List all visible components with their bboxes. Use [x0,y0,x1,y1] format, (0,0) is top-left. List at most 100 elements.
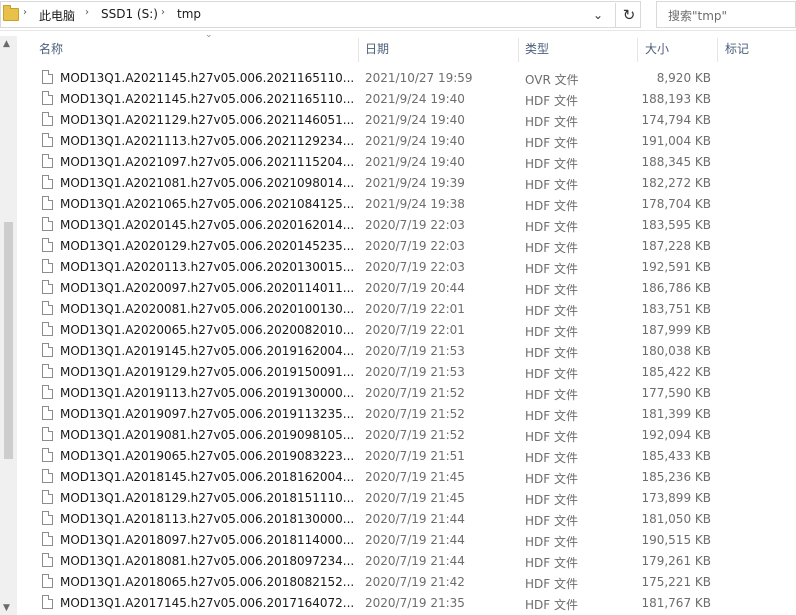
breadcrumb-separator[interactable]: › [161,7,165,18]
vertical-scrollbar[interactable]: ▲ ▼ [0,36,17,615]
file-date: 2020/7/19 22:03 [365,218,465,232]
file-name[interactable]: MOD13Q1.A2020145.h27v05.006.2020162014..… [60,218,360,232]
breadcrumb-folder[interactable]: tmp [177,7,201,21]
file-date: 2020/7/19 21:53 [365,365,465,379]
file-row[interactable]: MOD13Q1.A2020081.h27v05.006.2020100130..… [17,299,796,320]
file-name[interactable]: MOD13Q1.A2019065.h27v05.006.2019083223..… [60,449,360,463]
file-icon [42,553,53,567]
column-header-name[interactable]: 名称 [39,36,63,62]
column-header-date[interactable]: 日期 [365,36,389,62]
file-name[interactable]: MOD13Q1.A2020081.h27v05.006.2020100130..… [60,302,360,316]
file-row[interactable]: MOD13Q1.A2018113.h27v05.006.2018130000..… [17,509,796,530]
file-row[interactable]: MOD13Q1.A2019097.h27v05.006.2019113235..… [17,404,796,425]
file-name[interactable]: MOD13Q1.A2019145.h27v05.006.2019162004..… [60,344,360,358]
file-size: 181,767 KB [641,596,711,610]
breadcrumb-drive[interactable]: SSD1 (S:) [101,7,158,21]
file-name[interactable]: MOD13Q1.A2020097.h27v05.006.2020114011..… [60,281,360,295]
file-name[interactable]: MOD13Q1.A2021097.h27v05.006.2021115204..… [60,155,360,169]
file-name[interactable]: MOD13Q1.A2018097.h27v05.006.2018114000..… [60,533,360,547]
file-row[interactable]: MOD13Q1.A2020097.h27v05.006.2020114011..… [17,278,796,299]
file-size: 186,786 KB [641,281,711,295]
file-icon [42,385,53,399]
file-name[interactable]: MOD13Q1.A2018145.h27v05.006.2018162004..… [60,470,360,484]
file-row[interactable]: MOD13Q1.A2017145.h27v05.006.2017164072..… [17,593,796,614]
file-type: HDF 文件 [525,514,578,528]
scrollbar-thumb[interactable] [4,222,13,459]
file-icon [42,175,53,189]
file-date: 2020/7/19 21:44 [365,512,465,526]
file-row[interactable]: MOD13Q1.A2021145.h27v05.006.2021165110..… [17,89,796,110]
file-type: HDF 文件 [525,241,578,255]
file-row[interactable]: MOD13Q1.A2018065.h27v05.006.2018082152..… [17,572,796,593]
file-name[interactable]: MOD13Q1.A2021065.h27v05.006.2021084125..… [60,197,360,211]
file-name[interactable]: MOD13Q1.A2019081.h27v05.006.2019098105..… [60,428,360,442]
file-name[interactable]: MOD13Q1.A2020065.h27v05.006.2020082010..… [60,323,360,337]
file-name[interactable]: MOD13Q1.A2018129.h27v05.006.2018151110..… [60,491,360,505]
file-row[interactable]: MOD13Q1.A2020129.h27v05.006.2020145235..… [17,236,796,257]
file-size: 185,433 KB [641,449,711,463]
file-row[interactable]: MOD13Q1.A2018129.h27v05.006.2018151110..… [17,488,796,509]
file-date: 2020/7/19 21:52 [365,386,465,400]
file-size: 183,595 KB [641,218,711,232]
file-date: 2020/7/19 21:52 [365,428,465,442]
file-row[interactable]: MOD13Q1.A2019065.h27v05.006.2019083223..… [17,446,796,467]
file-row[interactable]: MOD13Q1.A2021097.h27v05.006.2021115204..… [17,152,796,173]
file-size: 173,899 KB [641,491,711,505]
file-size: 185,422 KB [641,365,711,379]
column-header-tags[interactable]: 标记 [725,36,749,62]
file-name[interactable]: MOD13Q1.A2019097.h27v05.006.2019113235..… [60,407,360,421]
file-row[interactable]: MOD13Q1.A2019145.h27v05.006.2019162004..… [17,341,796,362]
file-row[interactable]: MOD13Q1.A2018097.h27v05.006.2018114000..… [17,530,796,551]
file-name[interactable]: MOD13Q1.A2021145.h27v05.006.2021165110..… [60,92,360,106]
column-divider[interactable] [518,38,519,62]
breadcrumb-separator[interactable]: › [23,7,27,18]
file-name[interactable]: MOD13Q1.A2019113.h27v05.006.2019130000..… [60,386,360,400]
file-row[interactable]: MOD13Q1.A2020065.h27v05.006.2020082010..… [17,320,796,341]
file-name[interactable]: MOD13Q1.A2020113.h27v05.006.2020130015..… [60,260,360,274]
file-name[interactable]: MOD13Q1.A2018065.h27v05.006.2018082152..… [60,575,360,589]
file-row[interactable]: MOD13Q1.A2020145.h27v05.006.2020162014..… [17,215,796,236]
breadcrumb-this-pc[interactable]: 此电脑 [39,7,75,24]
column-header-type[interactable]: 类型 [525,36,549,62]
file-row[interactable]: MOD13Q1.A2019113.h27v05.006.2019130000..… [17,383,796,404]
file-date: 2020/7/19 21:45 [365,491,465,505]
file-size: 175,221 KB [641,575,711,589]
file-name[interactable]: MOD13Q1.A2021113.h27v05.006.2021129234..… [60,134,360,148]
search-input[interactable]: 搜索"tmp" [656,1,796,28]
file-name[interactable]: MOD13Q1.A2021129.h27v05.006.2021146051..… [60,113,360,127]
file-name[interactable]: MOD13Q1.A2019129.h27v05.006.2019150091..… [60,365,360,379]
column-divider[interactable] [358,38,359,62]
file-row[interactable]: MOD13Q1.A2021081.h27v05.006.2021098014..… [17,173,796,194]
file-name[interactable]: MOD13Q1.A2020129.h27v05.006.2020145235..… [60,239,360,253]
address-history-dropdown-icon[interactable]: ⌄ [587,4,609,26]
breadcrumb-separator[interactable]: › [85,7,89,18]
scroll-down-arrow-icon[interactable]: ▼ [3,603,10,613]
file-type: HDF 文件 [525,199,578,213]
column-divider[interactable] [717,38,718,62]
file-row[interactable]: MOD13Q1.A2021113.h27v05.006.2021129234..… [17,131,796,152]
refresh-icon[interactable]: ↻ [615,3,642,27]
file-row[interactable]: MOD13Q1.A2018145.h27v05.006.2018162004..… [17,467,796,488]
file-type: HDF 文件 [525,220,578,234]
file-name[interactable]: MOD13Q1.A2021081.h27v05.006.2021098014..… [60,176,360,190]
file-row[interactable]: MOD13Q1.A2020113.h27v05.006.2020130015..… [17,257,796,278]
column-header-size[interactable]: 大小 [645,36,669,62]
file-name[interactable]: MOD13Q1.A2018113.h27v05.006.2018130000..… [60,512,360,526]
file-size: 188,193 KB [641,92,711,106]
file-row[interactable]: MOD13Q1.A2019129.h27v05.006.2019150091..… [17,362,796,383]
address-bar[interactable]: › 此电脑 › SSD1 (S:) › tmp ⌄ ↻ [0,1,641,28]
file-type: OVR 文件 [525,73,579,87]
file-row[interactable]: MOD13Q1.A2021065.h27v05.006.2021084125..… [17,194,796,215]
file-name[interactable]: MOD13Q1.A2018081.h27v05.006.2018097234..… [60,554,360,568]
scroll-up-arrow-icon[interactable]: ▲ [3,39,10,49]
file-size: 192,591 KB [641,260,711,274]
file-row[interactable]: MOD13Q1.A2021129.h27v05.006.2021146051..… [17,110,796,131]
file-name[interactable]: MOD13Q1.A2021145.h27v05.006.2021165110..… [60,71,360,85]
file-type: HDF 文件 [525,535,578,549]
file-type: HDF 文件 [525,367,578,381]
column-divider[interactable] [637,38,638,62]
file-row[interactable]: MOD13Q1.A2019081.h27v05.006.2019098105..… [17,425,796,446]
file-row[interactable]: MOD13Q1.A2018081.h27v05.006.2018097234..… [17,551,796,572]
file-row[interactable]: MOD13Q1.A2021145.h27v05.006.2021165110..… [17,68,796,89]
file-name[interactable]: MOD13Q1.A2017145.h27v05.006.2017164072..… [60,596,360,610]
